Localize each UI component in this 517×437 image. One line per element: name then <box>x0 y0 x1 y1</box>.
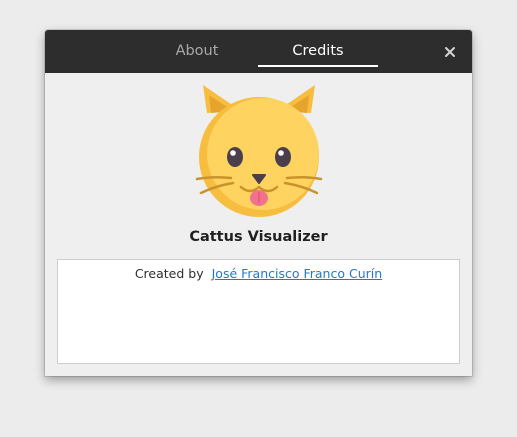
credits-page: Cattus Visualizer Created by José Francis… <box>45 73 472 376</box>
author-link[interactable]: José Francisco Franco Curín <box>212 266 383 281</box>
cat-face-icon <box>195 85 323 217</box>
tab-about[interactable]: About <box>159 30 235 73</box>
created-by-label: Created by <box>134 266 204 281</box>
credit-row: Created by José Francisco Franco Curín <box>58 266 459 281</box>
app-logo <box>193 83 325 218</box>
about-dialog: About Credits Cattus Visualizer Created … <box>45 30 472 376</box>
close-button[interactable] <box>437 42 463 62</box>
dialog-header: About Credits <box>45 30 472 73</box>
close-icon <box>445 47 455 57</box>
credits-box: Created by José Francisco Franco Curín <box>57 259 460 364</box>
tab-credits[interactable]: Credits <box>258 30 378 73</box>
app-name: Cattus Visualizer <box>189 229 328 245</box>
